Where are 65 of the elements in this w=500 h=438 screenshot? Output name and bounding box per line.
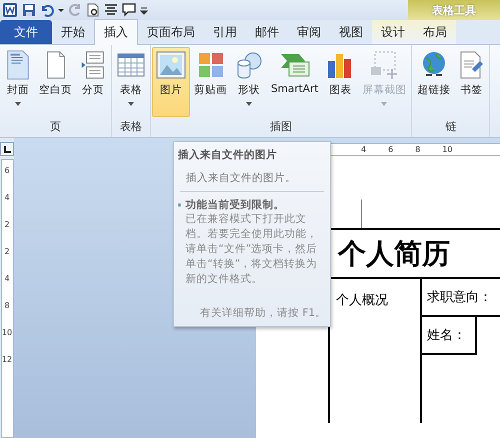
ribbon-tab[interactable]: 开始 [52,20,94,44]
contextual-tab-group: 表格工具 [408,0,500,20]
group-label: 表格 [119,119,143,135]
picture-icon [156,50,186,80]
align-icon[interactable] [104,3,118,17]
ribbon-tab[interactable]: 设计 [372,20,414,44]
ruler-number: 4 [361,144,366,154]
left-tab-icon [4,146,10,152]
print-preview-icon[interactable] [86,3,100,17]
ribbon-button[interactable]: 空白页 [35,47,76,117]
ruler-number: 6 [388,144,394,154]
ribbon-tab[interactable]: 审阅 [288,20,330,44]
ruler-number: 8 [4,301,10,311]
dropdown-caret-icon [381,102,388,106]
ribbon-tab[interactable]: 邮件 [246,20,288,44]
warning-text: 已在兼容模式下打开此文档。若要完全使用此功能，请单击“文件”选项卡，然后单击“转换”，将文档转换为新的文件格式。 [185,212,318,287]
ribbon-button[interactable]: 超链接 [413,47,454,117]
ribbon-button[interactable]: 图表 [322,47,358,117]
comment-icon[interactable] [122,3,136,17]
bookmark-icon [458,50,484,80]
ribbon-button[interactable]: 书签 [454,47,488,117]
ruler-number: 10 [442,144,452,154]
cover-page-icon [5,50,31,80]
group-label: 链 [444,119,458,135]
ruler-number: 2 [4,247,10,257]
ribbon-button[interactable]: SmartArt [267,47,322,117]
clip-art-icon [198,50,224,80]
ruler-number: 12 [2,355,12,365]
ruler-number: 4 [4,193,10,203]
help-text: 有关详细帮助，请按 F1。 [199,306,326,320]
ruler-number: 8 [415,144,420,154]
ribbon-button[interactable]: 封面 [1,47,35,117]
dropdown-caret-icon [246,102,252,106]
page-break-icon [80,50,106,80]
ribbon-tab[interactable]: 插入 [94,19,138,45]
ruler-number: 2 [4,220,10,230]
blank-page-icon [46,51,64,79]
tab-selector[interactable] [0,142,14,156]
ribbon-button[interactable]: 形状 [231,47,267,117]
ribbon-tab[interactable]: 引用 [204,20,246,44]
table-cell-text: 姓名： [426,327,466,344]
ribbon-button[interactable]: 图片 [152,47,190,117]
dropdown-caret-icon [15,102,21,106]
undo-icon[interactable] [40,3,54,17]
ruler-number: 4 [4,274,10,284]
ribbon-tab[interactable]: 布局 [414,20,456,44]
table-cell-text: 求职意向： [426,289,492,306]
ribbon-tab[interactable]: 文件 [0,20,52,44]
ribbon-button[interactable]: 剪贴画 [190,47,231,117]
word-logo-icon[interactable] [2,2,18,18]
ruler-number: 10 [2,328,12,338]
screenshot-icon [369,50,400,80]
warning-title: 功能当前受到限制。 [185,198,286,212]
ribbon-button[interactable]: 分页 [76,47,110,117]
ribbon-tab[interactable]: 视图 [330,20,372,44]
shapes-icon [235,50,263,80]
group-label: 插图 [269,119,294,135]
ruler-number: 6 [4,166,10,176]
group-label: 页 [49,119,62,135]
tooltip-title: 插入来自文件的图片 [178,148,278,162]
dropdown-caret-icon [128,102,134,106]
tooltip-description: 插入来自文件的图片。 [186,171,297,185]
ribbon-button[interactable]: 表格 [113,47,149,117]
ribbon-tab[interactable]: 页面布局 [138,20,204,44]
save-icon[interactable] [22,3,36,17]
